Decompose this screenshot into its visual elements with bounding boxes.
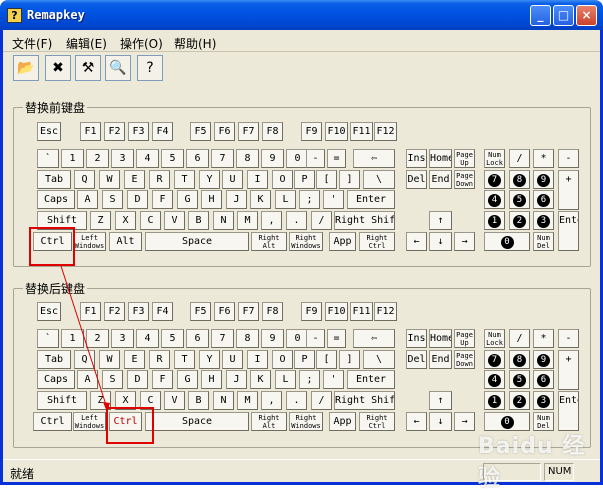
status-panel-1 <box>483 463 541 481</box>
app-window: ? Remapkey _ □ × 文件(F) 编辑(E) 操作(O) 帮助(H)… <box>0 0 603 491</box>
status-bar: 就绪 NUM <box>3 459 600 482</box>
status-num: NUM <box>544 463 574 481</box>
status-text: 就绪 <box>10 467 35 481</box>
remap-arrow <box>60 265 110 412</box>
